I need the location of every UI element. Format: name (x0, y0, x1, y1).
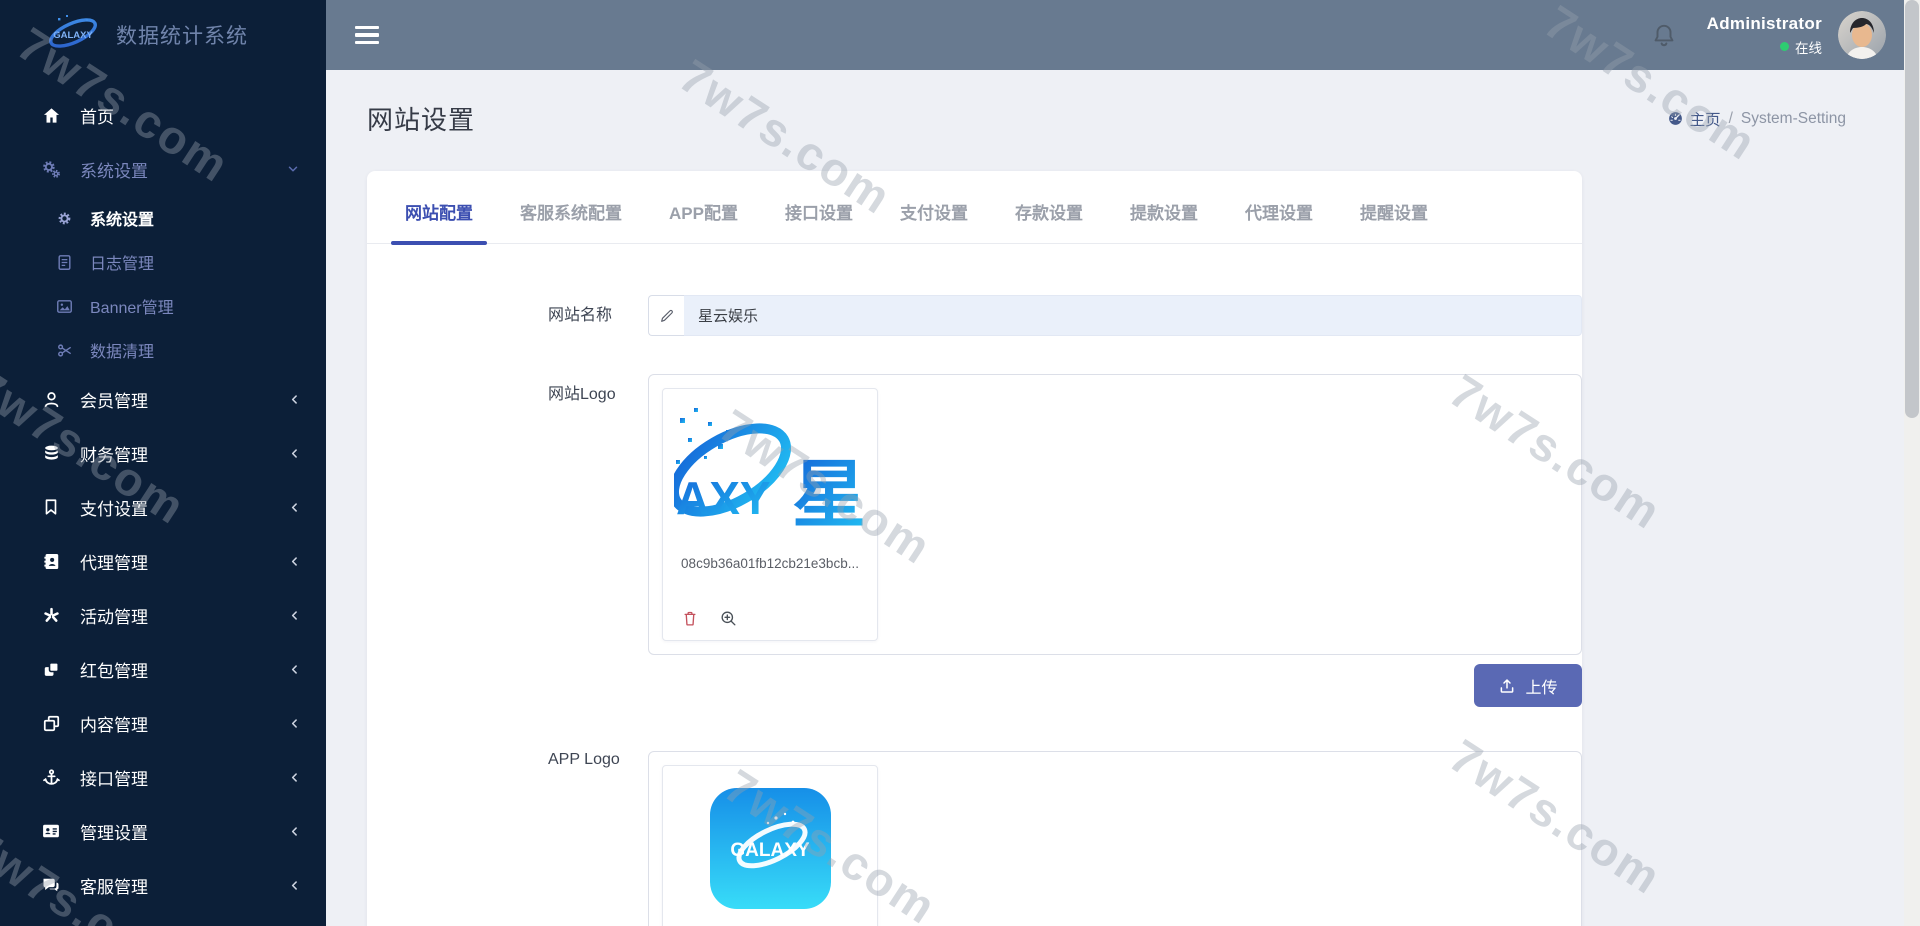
file-text-icon (54, 254, 74, 271)
sidebar-item-interface-management[interactable]: 接口管理 (0, 750, 326, 804)
sidebar-item-redpacket-management[interactable]: 红包管理 (0, 642, 326, 696)
scrollbar-thumb[interactable] (1905, 0, 1919, 418)
address-book-icon (40, 552, 62, 571)
site-logo-filename: 08c9b36a01fb12cb21e3bcb... (681, 556, 859, 571)
chevron-left-icon (289, 772, 300, 783)
chevron-left-icon (289, 610, 300, 621)
svg-text:星: 星 (792, 453, 866, 536)
tab-agent-settings[interactable]: 代理设置 (1245, 199, 1313, 243)
sidebar-item-content-management[interactable]: 内容管理 (0, 696, 326, 750)
settings-card: 网站配置 客服系统配置 APP配置 接口设置 支付设置 存款设置 提款设置 代理… (367, 171, 1582, 926)
dashboard-icon (1668, 112, 1682, 125)
sidebar: GALAXY 数据统计系统 首页 系统设置 系统设置 日志管理 Banner管理… (0, 0, 326, 926)
tab-reminder-settings[interactable]: 提醒设置 (1360, 199, 1428, 243)
tab-app-config[interactable]: APP配置 (669, 199, 738, 243)
online-status-label: 在线 (1795, 40, 1822, 56)
sidebar-item-agent-management[interactable]: 代理管理 (0, 534, 326, 588)
notifications-bell-icon[interactable] (1651, 22, 1677, 48)
app-logo-thumbnail-card: GALAXY (662, 765, 878, 926)
sidebar-item-finance-management[interactable]: 财务管理 (0, 426, 326, 480)
chevron-left-icon (289, 664, 300, 675)
chevron-left-icon (289, 880, 300, 891)
sidebar-item-customer-service[interactable]: 客服管理 (0, 858, 326, 912)
sidebar-item-admin-settings[interactable]: 管理设置 (0, 804, 326, 858)
svg-text:GALAXY: GALAXY (53, 30, 93, 41)
chevron-left-icon (289, 826, 300, 837)
site-name-input[interactable] (684, 295, 1582, 336)
tab-website-config[interactable]: 网站配置 (391, 199, 487, 245)
sidebar-item-activity-management[interactable]: 活动管理 (0, 588, 326, 642)
galaxy-logo-icon: GALAXY (44, 14, 102, 57)
tab-customer-service-config[interactable]: 客服系统配置 (520, 199, 622, 243)
online-status-dot (1780, 42, 1789, 51)
tab-interface-settings[interactable]: 接口设置 (785, 199, 853, 243)
comments-icon (40, 875, 62, 895)
preview-logo-button[interactable] (719, 609, 738, 628)
svg-text:GALAXY: GALAXY (730, 840, 810, 861)
breadcrumb-home-link[interactable]: 主页 (1667, 108, 1721, 130)
bookmark-icon (40, 498, 62, 516)
copy-icon (40, 714, 62, 733)
website-config-form: 网站名称 网站Logo (367, 244, 1582, 926)
chevron-left-icon (289, 502, 300, 513)
svg-text:AXY: AXY (676, 472, 771, 524)
sidebar-item-payment-settings[interactable]: 支付设置 (0, 480, 326, 534)
sidebar-subitem-log-management[interactable]: 日志管理 (0, 240, 326, 284)
site-logo-label: 网站Logo (548, 386, 616, 403)
delete-logo-button[interactable] (681, 609, 699, 628)
chevron-left-icon (289, 394, 300, 405)
pencil-icon (648, 295, 684, 336)
vertical-scrollbar (1904, 0, 1920, 926)
upload-icon (1501, 678, 1514, 693)
chevron-left-icon (289, 556, 300, 567)
burst-icon (40, 606, 62, 625)
home-icon (40, 106, 62, 125)
brand[interactable]: GALAXY 数据统计系统 (0, 0, 326, 70)
site-name-label: 网站名称 (548, 307, 613, 324)
main-content: 网站设置 主页 / System-Setting 网站配置 客服系统配置 APP… (326, 70, 1904, 926)
menu-toggle-button[interactable] (355, 22, 381, 49)
sidebar-subitem-data-cleanup[interactable]: 数据清理 (0, 328, 326, 372)
tab-payment-settings[interactable]: 支付设置 (900, 199, 968, 243)
topbar: Administrator 在线 (326, 0, 1904, 70)
scissors-icon (54, 342, 74, 359)
site-logo-box: AXY 星 08c9b36a01fb12cb21e3bcb... (648, 374, 1582, 655)
breadcrumb-separator: / (1728, 109, 1733, 127)
app-logo-image[interactable]: GALAXY (709, 788, 831, 909)
site-logo-thumbnail-card: AXY 星 08c9b36a01fb12cb21e3bcb... (662, 388, 878, 641)
site-name-input-group (648, 295, 1582, 336)
username: Administrator (1706, 13, 1822, 33)
user-icon (40, 390, 62, 409)
breadcrumb-current: System-Setting (1740, 109, 1846, 127)
sidebar-item-system-settings[interactable]: 系统设置 (0, 142, 326, 196)
breadcrumb: 主页 / System-Setting (1667, 108, 1846, 130)
app-logo-box: GALAXY (648, 751, 1582, 926)
app-logo-label: APP Logo (548, 751, 620, 768)
tab-deposit-settings[interactable]: 存款设置 (1015, 199, 1083, 243)
image-icon (54, 298, 74, 315)
page-title: 网站设置 (367, 105, 476, 135)
gear-icon (54, 210, 74, 227)
sidebar-item-member-management[interactable]: 会员管理 (0, 372, 326, 426)
id-card-icon (40, 821, 62, 841)
chevron-left-icon (289, 718, 300, 729)
cogs-icon (40, 159, 62, 179)
app-title: 数据统计系统 (116, 25, 248, 48)
user-info[interactable]: Administrator 在线 (1707, 14, 1822, 57)
sidebar-item-home[interactable]: 首页 (0, 88, 326, 142)
clone-icon (40, 660, 62, 679)
avatar[interactable] (1838, 11, 1886, 59)
upload-button[interactable]: 上传 (1474, 664, 1582, 707)
sidebar-subitem-system-settings[interactable]: 系统设置 (0, 196, 326, 240)
database-icon (40, 444, 62, 463)
chevron-left-icon (289, 448, 300, 459)
site-logo-image[interactable]: AXY 星 (673, 401, 867, 543)
settings-tabs: 网站配置 客服系统配置 APP配置 接口设置 支付设置 存款设置 提款设置 代理… (367, 171, 1582, 245)
chevron-down-icon (286, 162, 300, 176)
tab-withdrawal-settings[interactable]: 提款设置 (1130, 199, 1198, 243)
sidebar-nav: 首页 系统设置 系统设置 日志管理 Banner管理 数据清理 会员管理 财务管… (0, 88, 326, 912)
anchor-icon (40, 768, 62, 787)
sidebar-subitem-banner-management[interactable]: Banner管理 (0, 284, 326, 328)
